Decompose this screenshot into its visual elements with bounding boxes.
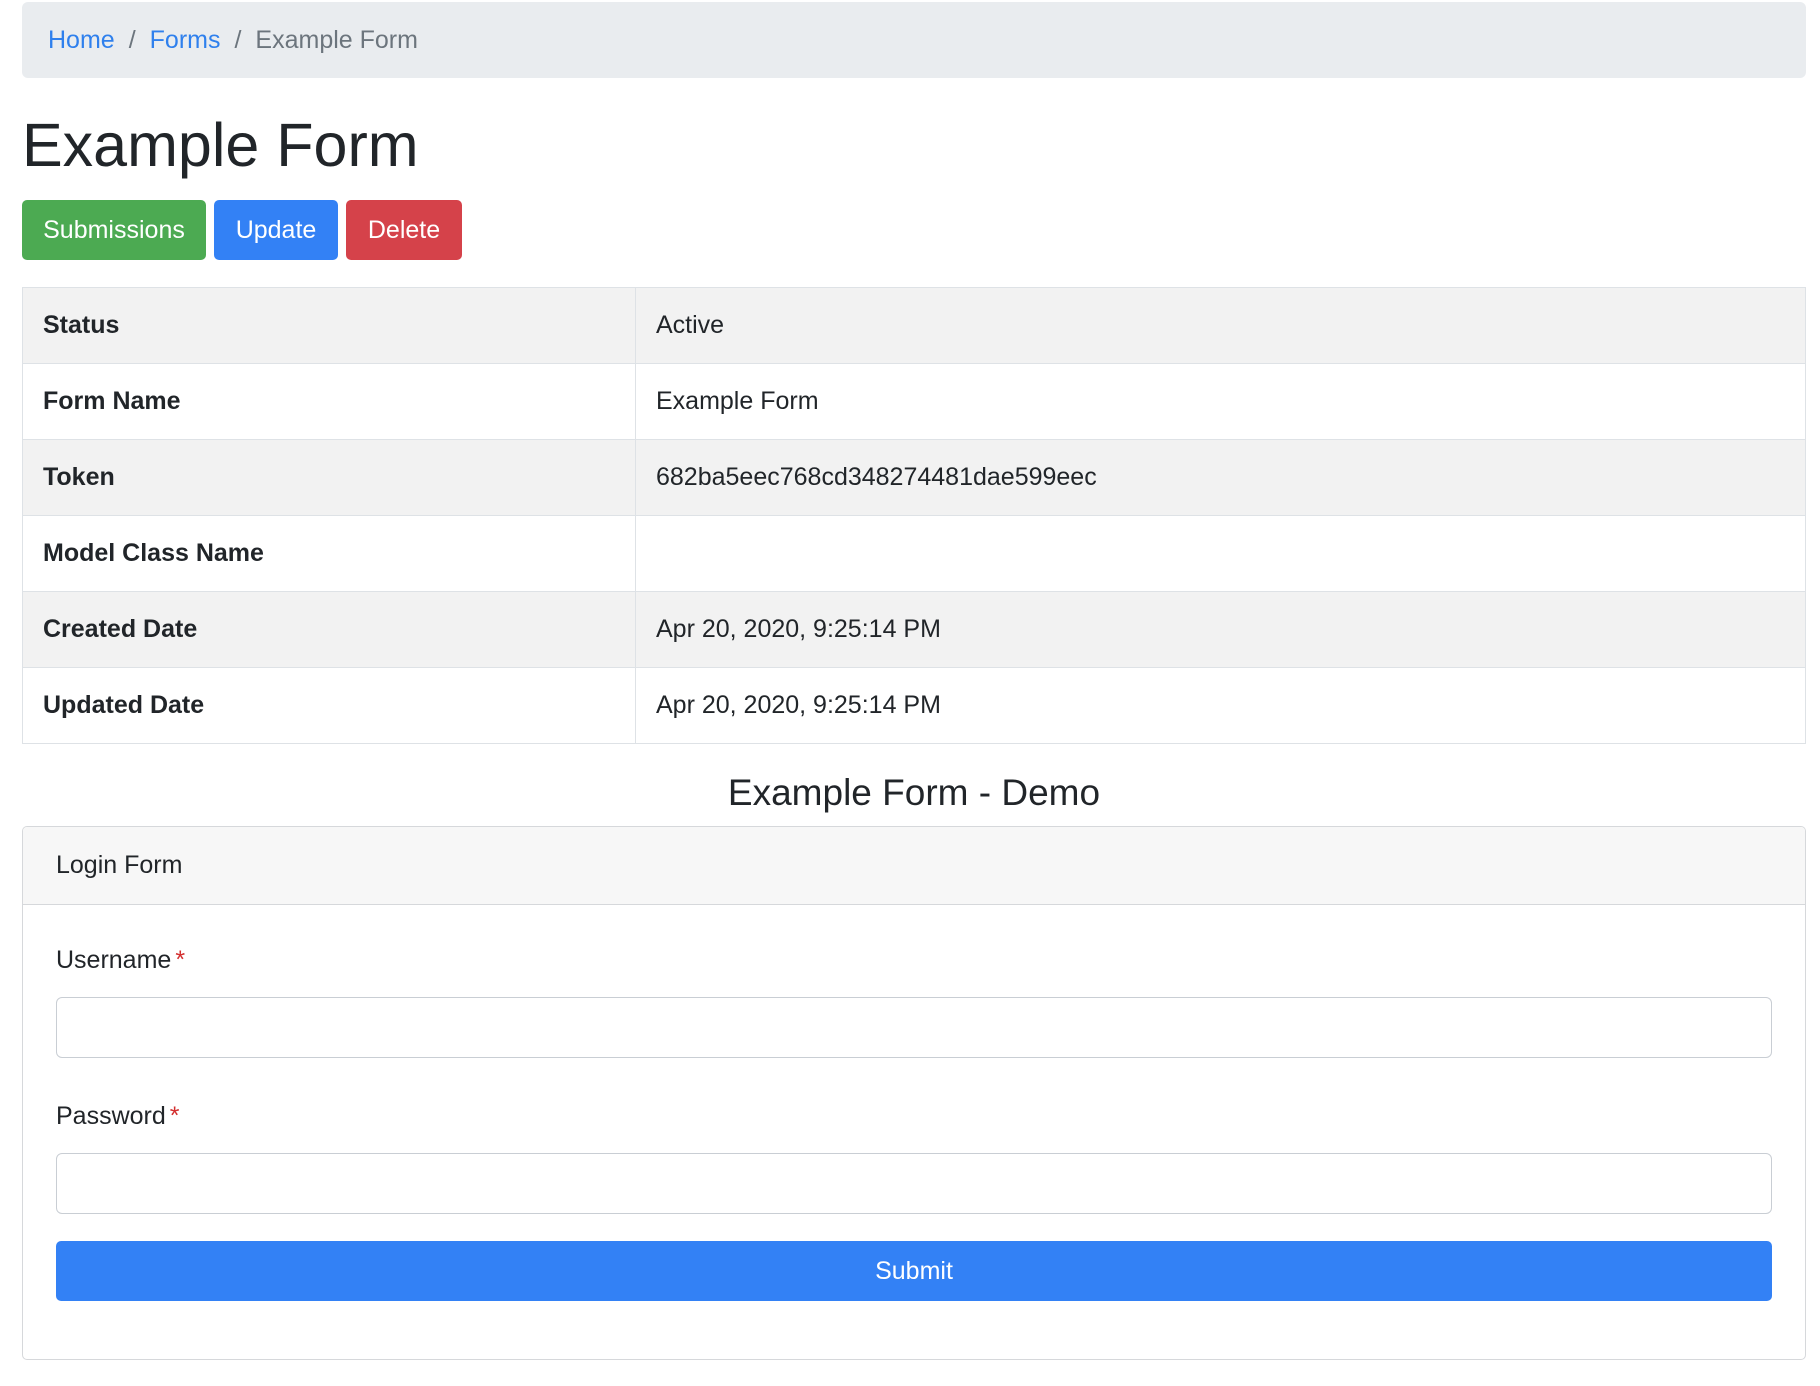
card-body: Username * Password * Submit xyxy=(23,905,1805,1359)
table-row: Created Date Apr 20, 2020, 9:25:14 PM xyxy=(22,591,1806,668)
breadcrumb-separator: / xyxy=(128,25,136,54)
detail-value-token: 682ba5eec768cd348274481dae599eec xyxy=(635,439,1806,516)
submissions-button[interactable]: Submissions xyxy=(22,200,206,260)
submit-button[interactable]: Submit xyxy=(56,1241,1772,1301)
detail-key-model-class-name: Model Class Name xyxy=(22,515,636,592)
breadcrumb-current: Example Form xyxy=(255,25,418,54)
table-row: Form Name Example Form xyxy=(22,363,1806,440)
detail-value-created-date: Apr 20, 2020, 9:25:14 PM xyxy=(635,591,1806,668)
username-label: Username * xyxy=(56,946,185,974)
table-row: Status Active xyxy=(22,287,1806,364)
password-label: Password * xyxy=(56,1102,180,1130)
password-field-group: Password * xyxy=(56,1101,1772,1214)
table-row: Model Class Name xyxy=(22,515,1806,592)
demo-title: Example Form - Demo xyxy=(727,772,1101,813)
login-form-card: Login Form Username * Password * Submit xyxy=(22,826,1806,1360)
username-input[interactable] xyxy=(56,997,1772,1058)
required-asterisk: * xyxy=(175,946,186,974)
password-input[interactable] xyxy=(56,1153,1772,1214)
detail-value-status: Active xyxy=(635,287,1806,364)
update-button[interactable]: Update xyxy=(214,200,338,260)
page: Home / Forms / Example Form Example Form… xyxy=(22,2,1806,1360)
detail-key-form-name: Form Name xyxy=(22,363,636,440)
detail-key-created-date: Created Date xyxy=(22,591,636,668)
breadcrumb-separator: / xyxy=(234,25,242,54)
card-header: Login Form xyxy=(23,827,1805,905)
breadcrumb-forms-link[interactable]: Forms xyxy=(150,26,221,55)
detail-key-token: Token xyxy=(22,439,636,516)
detail-value-model-class-name xyxy=(635,515,1806,592)
delete-button[interactable]: Delete xyxy=(346,200,462,260)
password-label-text: Password xyxy=(56,1102,166,1130)
table-row: Token 682ba5eec768cd348274481dae599eec xyxy=(22,439,1806,516)
breadcrumb-home-link[interactable]: Home xyxy=(48,26,115,55)
detail-value-updated-date: Apr 20, 2020, 9:25:14 PM xyxy=(635,667,1806,744)
page-title: Example Form xyxy=(22,111,419,179)
details-table: Status Active Form Name Example Form Tok… xyxy=(22,287,1806,744)
table-row: Updated Date Apr 20, 2020, 9:25:14 PM xyxy=(22,667,1806,744)
required-asterisk: * xyxy=(169,1102,180,1130)
username-field-group: Username * xyxy=(56,945,1772,1058)
detail-value-form-name: Example Form xyxy=(635,363,1806,440)
username-label-text: Username xyxy=(56,946,172,974)
detail-key-updated-date: Updated Date xyxy=(22,667,636,744)
detail-key-status: Status xyxy=(22,287,636,364)
action-buttons: Submissions Update Delete xyxy=(22,200,1806,260)
breadcrumb: Home / Forms / Example Form xyxy=(22,2,1806,78)
